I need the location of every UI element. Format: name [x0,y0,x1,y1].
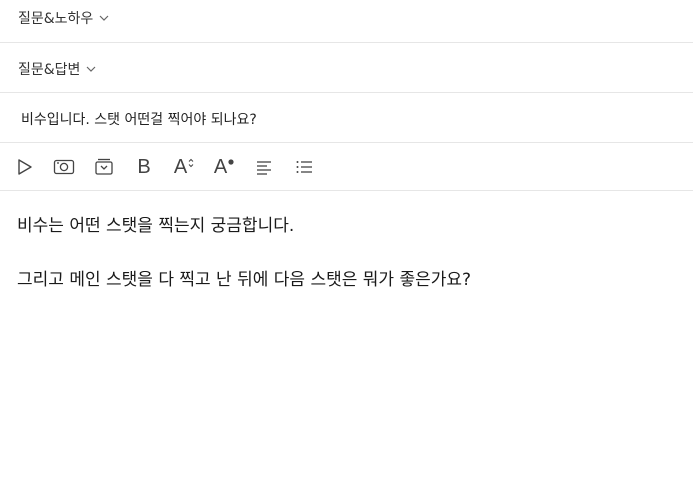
title-row: 비수입니다. 스탯 어떤걸 찍어야 되나요? [0,93,693,143]
bold-button[interactable]: B [132,155,156,179]
board-select-row: 질문&노하우 [0,0,693,43]
font-size-button[interactable]: A [172,155,196,179]
category-select[interactable]: 질문&답변 [18,59,96,79]
font-color-button[interactable]: A [212,155,236,179]
body-paragraph: 그리고 메인 스탯을 다 찍고 난 뒤에 다음 스탯은 뭐가 좋은가요? [17,270,472,290]
archive-icon[interactable] [92,155,116,179]
photo-icon[interactable] [52,155,76,179]
color-dot-icon [228,159,234,165]
body-editor[interactable]: 비수는 어떤 스탯을 찍는지 궁금합니다. 그리고 메인 스탯을 다 찍고 난 … [17,213,677,294]
body-paragraph-blank [17,240,677,267]
post-editor: 질문&노하우 질문&답변 비수입니다. 스탯 어떤걸 찍어야 되나요? B A … [0,0,693,479]
title-input[interactable]: 비수입니다. 스탯 어떤걸 찍어야 되나요? [21,109,661,129]
list-icon[interactable] [292,155,316,179]
body-paragraph: 비수는 어떤 스탯을 찍는지 궁금합니다. [17,216,295,236]
editor-toolbar: B A A [0,143,693,191]
bold-icon: B [137,156,151,178]
category-select-value: 질문&답변 [18,62,81,78]
board-select[interactable]: 질문&노하우 [18,8,109,28]
size-arrows-icon [188,158,194,168]
font-color-icon: A [213,156,228,178]
font-size-icon: A [173,156,188,178]
category-select-row: 질문&답변 [0,43,693,93]
chevron-down-icon [86,66,96,72]
video-icon[interactable] [13,155,37,179]
chevron-down-icon [99,15,109,21]
align-icon[interactable] [252,155,276,179]
board-select-value: 질문&노하우 [18,11,94,27]
